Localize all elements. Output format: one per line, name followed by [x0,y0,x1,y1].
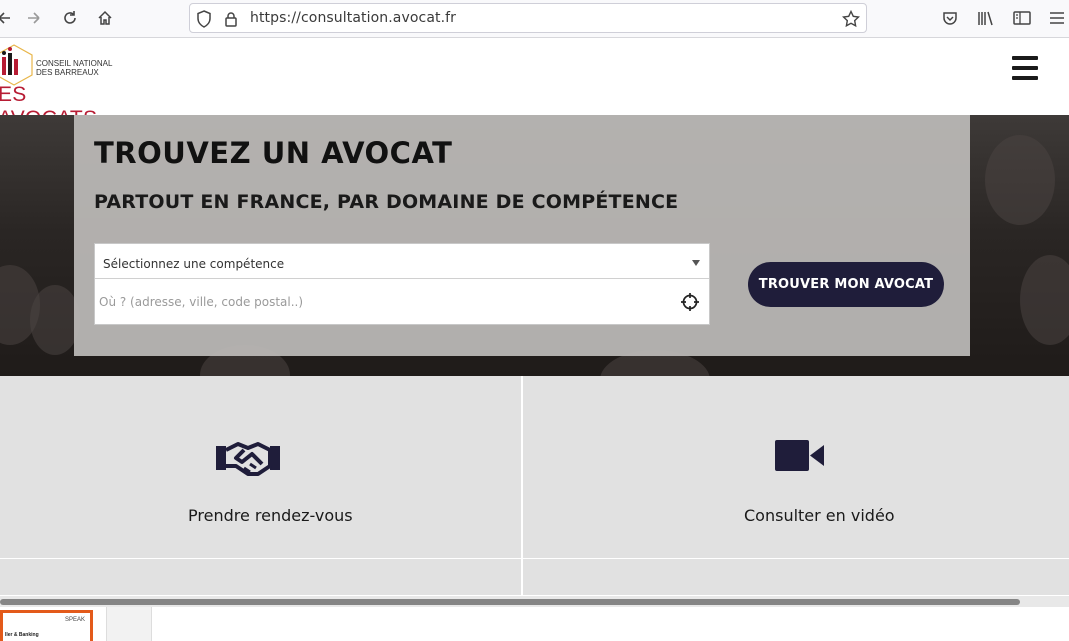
reload-icon[interactable] [58,7,82,29]
location-input[interactable] [99,292,669,312]
competence-select-value[interactable]: Sélectionnez une compétence [103,257,284,271]
geolocate-icon[interactable] [680,292,700,312]
library-icon[interactable] [974,7,998,29]
thumbnail-text: SPEAK [65,617,86,623]
service-tile-video[interactable]: Consulter en vidéo [523,376,1069,558]
url-text[interactable]: https://consultation.avocat.fr [250,10,456,26]
service-label-video[interactable]: Consulter en vidéo [744,506,895,525]
logo-emblem-icon [0,44,33,86]
cnb-logo[interactable]: CONSEIL NATIONAL DES BARREAUX ES AVOCATS [0,41,120,130]
shield-icon[interactable] [195,10,213,28]
background-photo [985,135,1055,225]
search-form: Sélectionnez une compétence [94,243,710,325]
logo-text-line1: CONSEIL NATIONAL [36,59,113,68]
forward-icon[interactable] [22,7,46,29]
hero-section: TROUVEZ UN AVOCAT PARTOUT EN FRANCE, PAR… [0,115,1069,376]
background-photo [30,285,80,355]
services-section: Prendre rendez-vous Consulter en vidéo [0,376,1069,595]
page-title: TROUVEZ UN AVOCAT [94,136,453,170]
logo-text-line2: DES BARREAUX [36,68,99,77]
lock-icon[interactable] [222,10,240,28]
taskbar-strip: SPEAK ller & Banking [0,607,1069,641]
window-thumbnail[interactable] [106,607,152,641]
horizontal-scrollbar[interactable] [0,595,1069,607]
background-photo [1020,255,1069,345]
handshake-icon [214,434,282,482]
url-bar[interactable]: https://consultation.avocat.fr [189,3,867,33]
home-icon[interactable] [93,7,117,29]
pocket-icon[interactable] [938,7,962,29]
service-tile-appointment[interactable]: Prendre rendez-vous [0,376,521,558]
competence-select[interactable]: Sélectionnez une compétence [95,244,709,279]
find-lawyer-button[interactable]: TROUVER MON AVOCAT [748,262,944,307]
sidebar-icon[interactable] [1010,7,1034,29]
scrollbar-thumb[interactable] [0,599,1020,605]
divider [0,558,1069,559]
page-subtitle: PARTOUT EN FRANCE, PAR DOMAINE DE COMPÉT… [94,191,679,213]
site-header: CONSEIL NATIONAL DES BARREAUX ES AVOCATS [0,38,1069,130]
chevron-down-icon[interactable] [692,260,700,266]
bookmark-star-icon[interactable] [842,10,860,28]
service-label-appointment[interactable]: Prendre rendez-vous [188,506,353,525]
hamburger-menu-icon[interactable] [1012,55,1038,81]
search-panel: TROUVEZ UN AVOCAT PARTOUT EN FRANCE, PAR… [74,115,970,356]
back-icon[interactable] [0,7,16,29]
window-thumbnail[interactable]: SPEAK ller & Banking [0,610,93,641]
browser-toolbar: https://consultation.avocat.fr [0,0,1069,38]
menu-icon[interactable] [1045,7,1069,29]
video-camera-icon [774,439,826,472]
thumbnail-text: ller & Banking [5,632,39,638]
